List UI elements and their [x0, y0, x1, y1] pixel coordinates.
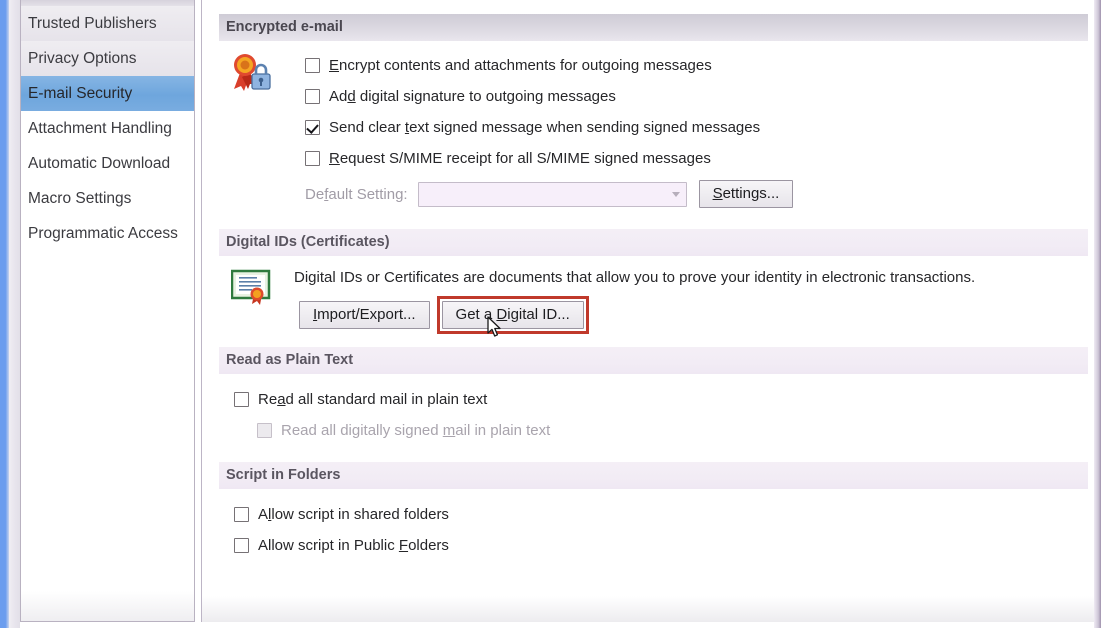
checkbox-row-allow-script-shared[interactable]: Allow script in shared folders: [234, 499, 1088, 530]
checkbox-encrypt-contents[interactable]: [305, 58, 320, 73]
trust-center-window: Trusted Publishers Privacy Options E-mail …: [0, 0, 1101, 628]
checkbox-label-request-smime-receipt: Request S/MIME receipt for all S/MIME si…: [329, 150, 711, 167]
sidebar-item-attachment-handling[interactable]: Attachment Handling: [21, 111, 194, 146]
trust-center-category-list[interactable]: Trusted Publishers Privacy Options E-mail …: [21, 6, 194, 251]
email-security-settings-pane: Encrypted e-mail Encrypt contents and at…: [201, 0, 1094, 622]
section-header-digital-ids: Digital IDs (Certificates): [219, 229, 1088, 256]
default-setting-label: Default Setting:: [305, 185, 408, 203]
sidebar-item-label: Macro Settings: [28, 190, 132, 207]
section-read-as-plain-text: Read as Plain Text Read all standard mai…: [219, 347, 1088, 446]
certificate-seal-lock-icon: [229, 51, 273, 93]
sidebar-item-privacy-options[interactable]: Privacy Options: [21, 41, 194, 76]
sidebar-item-label: Automatic Download: [28, 155, 171, 172]
checkbox-add-digital-signature[interactable]: [305, 89, 320, 104]
default-setting-row: Default Setting: Settings...: [305, 179, 1088, 209]
checkbox-request-smime-receipt[interactable]: [305, 151, 320, 166]
chevron-down-icon: [671, 192, 680, 197]
sidebar-item-label: Trusted Publishers: [28, 15, 157, 32]
encrypted-email-checkbox-group: Encrypt contents and attachments for out…: [305, 50, 1088, 209]
checkbox-row-request-smime-receipt[interactable]: Request S/MIME receipt for all S/MIME si…: [305, 143, 1088, 174]
sidebar-item-trusted-publishers[interactable]: Trusted Publishers: [21, 6, 194, 41]
section-header-read-as-plain-text: Read as Plain Text: [219, 347, 1088, 374]
window-right-border: [1094, 0, 1101, 628]
get-a-digital-id-button[interactable]: Get a Digital ID...: [441, 301, 584, 329]
window-left-inner-border: [9, 0, 20, 628]
section-digital-ids: Digital IDs (Certificates) Digital IDs o…: [219, 229, 1088, 334]
checkbox-read-signed-plain: [257, 423, 272, 438]
checkbox-label-add-digital-signature: Add digital signature to outgoing messag…: [329, 88, 616, 105]
sidebar-item-label: E-mail Security: [28, 85, 133, 102]
checkbox-label-send-clear-text: Send clear text signed message when send…: [329, 119, 761, 136]
section-header-encrypted-email: Encrypted e-mail: [219, 14, 1088, 41]
checkbox-row-add-digital-signature[interactable]: Add digital signature to outgoing messag…: [305, 81, 1088, 112]
sidebar-item-e-mail-security[interactable]: E-mail Security: [21, 76, 194, 111]
checkbox-label-read-signed-plain: Read all digitally signed mail in plain …: [281, 422, 551, 439]
section-header-script-in-folders: Script in Folders: [219, 462, 1088, 489]
get-a-digital-id-highlight: Get a Digital ID...: [436, 296, 589, 334]
checkbox-allow-script-shared[interactable]: [234, 507, 249, 522]
digital-ids-button-row: Import/Export... Get a Digital ID...: [294, 296, 1088, 334]
settings-button[interactable]: Settings...: [698, 180, 794, 208]
section-encrypted-email: Encrypted e-mail Encrypt contents and at…: [219, 14, 1088, 209]
import-export-button[interactable]: Import/Export...: [299, 301, 430, 329]
trust-center-category-pane: Trusted Publishers Privacy Options E-mail …: [20, 0, 195, 622]
digital-ids-description: Digital IDs or Certificates are document…: [294, 269, 976, 286]
checkbox-row-send-clear-text[interactable]: Send clear text signed message when send…: [305, 112, 1088, 143]
sidebar-item-macro-settings[interactable]: Macro Settings: [21, 181, 194, 216]
window-left-accent-border: [0, 0, 9, 628]
checkbox-send-clear-text[interactable]: [305, 120, 320, 135]
sidebar-item-automatic-download[interactable]: Automatic Download: [21, 146, 194, 181]
sidebar-item-label: Attachment Handling: [28, 120, 172, 137]
section-script-in-folders: Script in Folders Allow script in shared…: [219, 462, 1088, 561]
content-bottom-fade: [202, 596, 1094, 622]
checkbox-label-encrypt-contents: Encrypt contents and attachments for out…: [329, 57, 712, 74]
sidebar-item-label: Programmatic Access: [28, 225, 178, 242]
checkbox-label-allow-script-shared: Allow script in shared folders: [258, 506, 449, 523]
checkbox-label-allow-script-public: Allow script in Public Folders: [258, 537, 449, 554]
checkbox-row-read-signed-plain: Read all digitally signed mail in plain …: [234, 415, 1088, 446]
sidebar-item-programmatic-access[interactable]: Programmatic Access: [21, 216, 194, 251]
sidebar-item-label: Privacy Options: [28, 50, 137, 67]
checkbox-read-standard-plain[interactable]: [234, 392, 249, 407]
checkbox-label-read-standard-plain: Read all standard mail in plain text: [258, 391, 488, 408]
certificate-document-icon: [230, 268, 271, 306]
checkbox-row-read-standard-plain[interactable]: Read all standard mail in plain text: [234, 384, 1088, 415]
checkbox-allow-script-public[interactable]: [234, 538, 249, 553]
default-setting-combobox[interactable]: [417, 181, 687, 207]
checkbox-row-allow-script-public[interactable]: Allow script in Public Folders: [234, 530, 1088, 561]
checkbox-row-encrypt-contents[interactable]: Encrypt contents and attachments for out…: [305, 50, 1088, 81]
nav-pane-bottom-fade: [21, 591, 194, 621]
